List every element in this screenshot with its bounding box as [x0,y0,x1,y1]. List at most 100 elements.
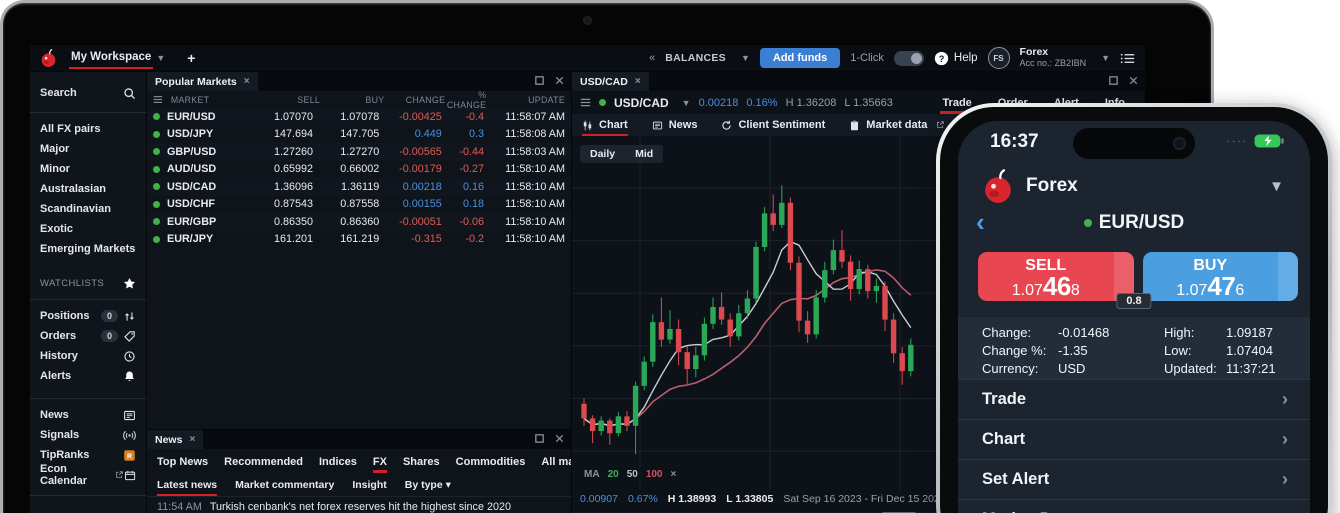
subtab-label: Market data [866,119,927,131]
sidebar-item-australasian[interactable]: Australasian [30,179,146,199]
news-tab-fx[interactable]: FX [373,452,387,472]
chevron-right-icon: › [1282,389,1288,410]
help-button[interactable]: ? Help [934,51,978,66]
market-open-dot [599,99,606,106]
close-icon[interactable]: × [635,76,641,87]
hamburger-icon[interactable] [153,94,163,105]
news-tab-indices[interactable]: Indices [319,452,357,472]
chevron-down-icon[interactable]: ▼ [741,53,750,63]
tab-usdcad[interactable]: USD/CAD × [572,72,649,91]
table-row-aud-usd[interactable]: AUD/USD0.659920.66002-0.00179-0.2711:58:… [147,161,571,179]
one-click-toggle[interactable] [894,51,924,66]
table-row-usd-jpy[interactable]: USD/JPY147.694147.7050.4490.311:58:08 AM [147,126,571,144]
close-icon[interactable] [1128,75,1139,86]
news-filter-by-type[interactable]: By type ▾ [405,475,451,495]
close-icon[interactable] [554,433,565,444]
table-row-usd-chf[interactable]: USD/CHF0.875430.875580.001550.1811:58:10… [147,196,571,214]
search-input[interactable]: Search [30,80,146,106]
tab-popular-markets[interactable]: Popular Markets × [147,72,258,91]
sidebar-item-exotic[interactable]: Exotic [30,219,146,239]
ma-label: MA [584,469,600,480]
subtab-news[interactable]: News [652,116,698,134]
news-filter-market-commentary[interactable]: Market commentary [235,475,334,495]
workspace-tab[interactable]: My Workspace [71,51,151,65]
subtab-chart[interactable]: Chart [582,116,628,134]
phone-bezel: 16:37 ···· Forex ▼ ‹ EUR/USD [940,107,1328,513]
tab-label: USD/CAD [580,76,628,88]
sidebar-item-news[interactable]: News [30,405,146,425]
news-tab-shares[interactable]: Shares [403,452,440,472]
close-icon[interactable]: × [189,434,195,445]
ma-period-50[interactable]: 50 [627,469,638,480]
timeframe-daily[interactable]: Daily [580,145,625,163]
news-tab-top-news[interactable]: Top News [157,452,208,472]
sidebar-item-positions[interactable]: Positions0 [30,306,146,326]
sidebar-item-emerging-markets[interactable]: Emerging Markets [30,239,146,259]
sidebar-item-scandinavian[interactable]: Scandinavian [30,199,146,219]
sidebar-item-watchlists[interactable]: WATCHLISTS [30,273,146,293]
sidebar-item-history[interactable]: History [30,346,146,366]
subtab-client-sentiment[interactable]: Client Sentiment [721,116,825,134]
ma-close-icon[interactable]: × [671,469,677,480]
menu-item-trade[interactable]: Trade› [958,379,1310,419]
close-icon[interactable] [554,75,565,86]
news-filter-insight[interactable]: Insight [352,475,386,495]
menu-item-set-alert[interactable]: Set Alert› [958,459,1310,499]
news-tab-recommended[interactable]: Recommended [224,452,303,472]
menu-item-chart[interactable]: Chart› [958,419,1310,459]
table-row-gbp-usd[interactable]: GBP/USD1.272601.27270-0.00565-0.4411:58:… [147,143,571,161]
sidebar-item-tipranks[interactable]: TipRanksR [30,445,146,465]
sidebar-item-econ-calendar[interactable]: Econ Calendar [30,465,146,485]
tab-news[interactable]: News × [147,430,203,449]
hamburger-icon[interactable] [580,97,591,108]
table-row-usd-cad[interactable]: USD/CAD1.360961.361190.002180.1611:58:10… [147,178,571,196]
news-tab-commodities[interactable]: Commodities [456,452,526,472]
ma-period-100[interactable]: 100 [646,469,663,480]
chevron-down-icon[interactable]: ▼ [156,53,165,63]
collapse-balances-icon[interactable]: « [649,52,655,64]
add-workspace-button[interactable]: + [187,50,195,66]
maximize-icon[interactable] [534,433,545,444]
sidebar-item-label: Minor [40,163,70,175]
sidebar-item-orders[interactable]: Orders0 [30,326,146,346]
sidebar-item-all-fx-pairs[interactable]: All FX pairs [30,119,146,139]
updown-arrows-icon [123,310,136,323]
subtab-market-data[interactable]: Market data [849,116,945,134]
divider [30,112,146,113]
account-avatar[interactable]: FS [988,47,1010,69]
market-open-dot [153,113,160,120]
table-row-eur-jpy[interactable]: EUR/JPY161.201161.219-0.315-0.211:58:10 … [147,231,571,249]
sidebar-item-minor[interactable]: Minor [30,159,146,179]
stat-label: Currency: [982,361,1038,376]
stats-panel: Change:-0.01468Change %:-1.35Currency:US… [958,317,1310,379]
sidebar-item-alerts[interactable]: Alerts [30,366,146,386]
sell-cell: 0.87543 [247,198,313,210]
sell-button[interactable]: SELL 1.07468 [978,252,1134,301]
account-info[interactable]: Forex Acc no.: ZB2IBN [1020,47,1087,68]
maximize-icon[interactable] [1108,75,1119,86]
market-open-dot [153,183,160,190]
balances-menu[interactable]: BALANCES [665,52,726,64]
timeframe-mid[interactable]: Mid [625,145,663,163]
buy-button[interactable]: BUY 1.07476 [1143,252,1299,301]
pair-header: ‹ EUR/USD [958,209,1310,239]
tag-icon [123,330,136,343]
market-name: USD/JPY [167,128,213,140]
table-row-eur-gbp[interactable]: EUR/GBP0.863500.86360-0.00051-0.0611:58:… [147,213,571,231]
menu-item-market-data[interactable]: Market Data› [958,499,1310,513]
maximize-icon[interactable] [534,75,545,86]
news-filter-latest-news[interactable]: Latest news [157,475,217,495]
news-item[interactable]: 11:54 AMTurkish cenbank's net forex rese… [147,497,571,513]
buy-cell: 1.07078 [313,111,379,123]
add-funds-button[interactable]: Add funds [760,48,840,68]
chevron-down-icon[interactable]: ▼ [1101,53,1110,63]
ma-period-20[interactable]: 20 [608,469,619,480]
chevron-down-icon[interactable]: ▼ [1269,178,1284,195]
sidebar-item-major[interactable]: Major [30,139,146,159]
close-icon[interactable]: × [244,76,250,87]
news-tab-all-markets[interactable]: All markets [541,452,571,472]
layout-menu-icon[interactable] [1120,51,1135,66]
sidebar-item-signals[interactable]: Signals [30,425,146,445]
table-row-eur-usd[interactable]: EUR/USD1.070701.07078-0.00425-0.411:58:0… [147,108,571,126]
chevron-down-icon[interactable]: ▼ [682,98,691,108]
